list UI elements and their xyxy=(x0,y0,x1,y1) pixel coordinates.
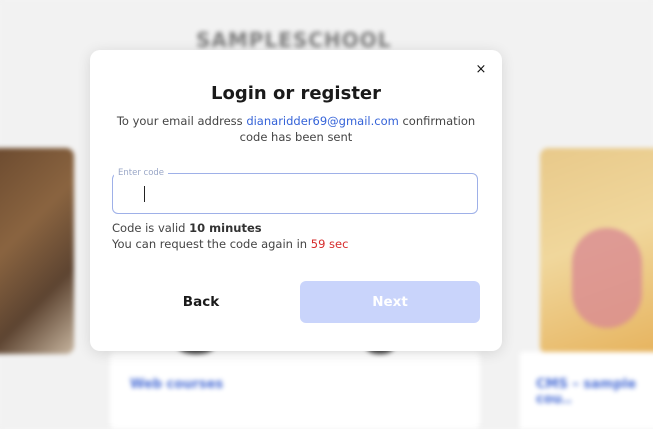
back-button[interactable]: Back xyxy=(112,281,290,323)
login-modal: × Login or register To your email addres… xyxy=(90,50,502,351)
modal-title: Login or register xyxy=(210,83,382,104)
close-icon[interactable]: × xyxy=(472,61,490,79)
email-address: dianaridder69@gmail.com xyxy=(246,114,399,128)
thumbnail-object xyxy=(572,228,642,328)
code-input[interactable] xyxy=(120,182,460,206)
resend-info: You can request the code again in 59 sec xyxy=(112,237,348,251)
code-field-label: Enter code xyxy=(114,168,169,178)
code-validity: Code is valid 10 minutes xyxy=(112,221,262,235)
site-logo-text: SAMPLESCHOOL xyxy=(196,28,392,52)
next-button[interactable]: Next xyxy=(300,281,480,323)
text-cursor xyxy=(144,186,145,202)
validity-duration: 10 minutes xyxy=(189,221,262,235)
course-link-left[interactable]: Web courses xyxy=(130,377,223,392)
subtitle-prefix: To your email address xyxy=(116,114,243,128)
resend-timer: 59 sec xyxy=(310,237,349,251)
validity-prefix: Code is valid xyxy=(112,221,186,235)
resend-prefix: You can request the code again in xyxy=(112,237,308,251)
modal-subtitle: To your email address dianaridder69@gmai… xyxy=(112,113,480,145)
course-thumbnail-left xyxy=(0,148,74,354)
course-link-right[interactable]: CMS – sample cou.. xyxy=(536,377,653,407)
